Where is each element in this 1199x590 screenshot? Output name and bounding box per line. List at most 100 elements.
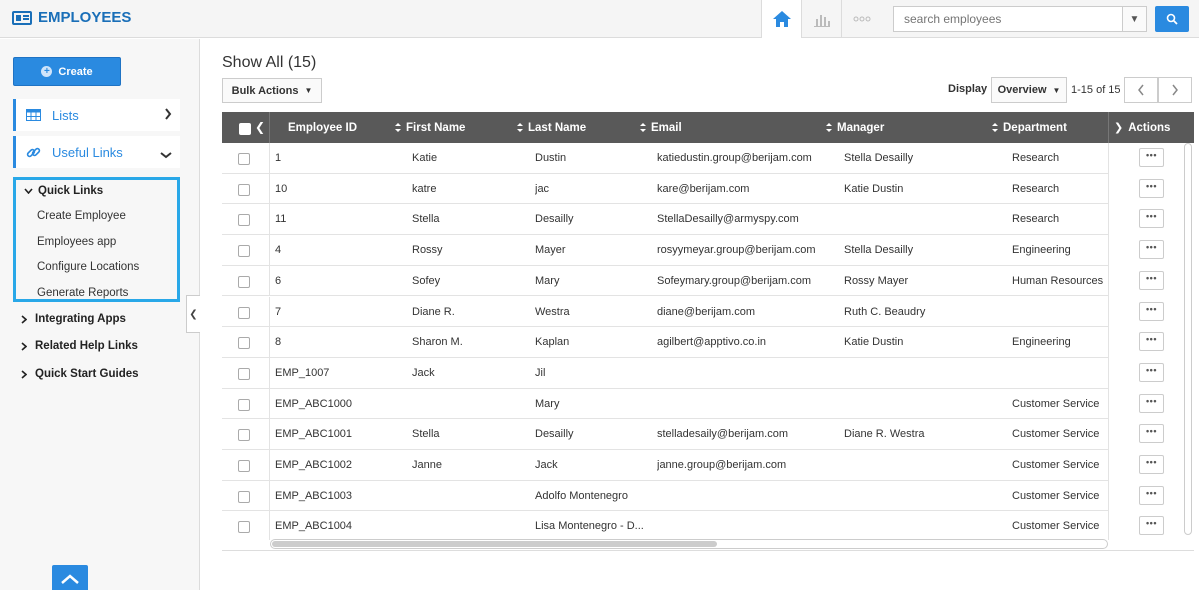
- table-row[interactable]: 4 Rossy Mayer rosyymeyar.group@berijam.com S…: [222, 235, 1108, 266]
- cell-employee-id[interactable]: 10: [275, 174, 405, 204]
- cell-employee-id[interactable]: 7: [275, 297, 405, 327]
- sidebar-group-integrating-apps[interactable]: Integrating Apps: [21, 313, 126, 325]
- cell-employee-id[interactable]: EMP_ABC1000: [275, 389, 405, 419]
- row-checkbox[interactable]: [238, 183, 250, 196]
- cell-first-name: Jack: [412, 366, 435, 379]
- more-dots-icon: [853, 16, 870, 22]
- quick-link-configure-locations[interactable]: Configure Locations: [37, 261, 139, 273]
- table-row[interactable]: 6 Sofey Mary Sofeymary.group@berijam.com Ros…: [222, 265, 1108, 297]
- column-header-last-name[interactable]: Last Name: [517, 112, 586, 143]
- prev-page-button[interactable]: [1124, 77, 1158, 103]
- table-icon: [26, 109, 42, 121]
- cell-employee-id[interactable]: 11: [275, 204, 405, 234]
- row-actions-button[interactable]: •••: [1139, 362, 1164, 382]
- column-header-first-name[interactable]: First Name: [395, 112, 465, 143]
- cell-employee-id[interactable]: 1: [275, 143, 405, 173]
- row-actions-button[interactable]: •••: [1139, 393, 1164, 413]
- cell-department: Human Resources: [1012, 274, 1104, 287]
- cell-email: Sofeymary.group@berijam.com: [657, 274, 812, 287]
- row-actions-button[interactable]: •••: [1139, 270, 1164, 290]
- home-button[interactable]: [761, 0, 801, 38]
- cell-manager: Ruth C. Beaudry: [844, 305, 926, 318]
- quick-link-employees-app[interactable]: Employees app: [37, 236, 116, 248]
- row-actions-button[interactable]: •••: [1139, 455, 1164, 474]
- chevron-left-icon[interactable]: ❮: [255, 120, 265, 134]
- cell-employee-id[interactable]: EMP_ABC1004: [275, 511, 405, 540]
- sidebar-group-label: Related Help Links: [35, 340, 138, 352]
- create-button[interactable]: + Create: [13, 57, 121, 86]
- table-row[interactable]: 7 Diane R. Westra diane@berijam.com Ruth C. …: [222, 296, 1108, 328]
- column-header-employee-id[interactable]: Employee ID: [288, 112, 357, 143]
- horizontal-scrollbar[interactable]: [270, 539, 1108, 549]
- horizontal-scrollbar-thumb[interactable]: [272, 541, 717, 547]
- search-button[interactable]: [1155, 6, 1189, 32]
- sidebar-item-useful-links[interactable]: Useful Links: [13, 136, 180, 168]
- bulk-actions-button[interactable]: Bulk Actions ▼: [222, 78, 322, 103]
- table-row[interactable]: 8 Sharon M. Kaplan agilbert@apptivo.co.in Ka…: [222, 327, 1108, 358]
- search-input[interactable]: [893, 6, 1123, 32]
- row-checkbox[interactable]: [238, 460, 250, 472]
- sidebar-item-lists[interactable]: Lists: [13, 99, 180, 131]
- row-actions-button[interactable]: •••: [1139, 178, 1164, 198]
- row-actions-button[interactable]: •••: [1139, 485, 1164, 505]
- row-checkbox[interactable]: [238, 275, 250, 288]
- row-actions-button[interactable]: •••: [1139, 424, 1164, 444]
- app-title[interactable]: EMPLOYEES: [12, 9, 131, 26]
- cell-employee-id[interactable]: EMP_ABC1002: [275, 450, 405, 480]
- table-row[interactable]: EMP_ABC1000 Mary Customer Service: [222, 388, 1108, 420]
- table-row[interactable]: EMP_1007 Jack Jil: [222, 357, 1108, 389]
- next-page-button[interactable]: [1158, 77, 1192, 103]
- table-row[interactable]: EMP_ABC1002 Janne Jack janne.group@berijam.…: [222, 450, 1108, 481]
- quick-links-header[interactable]: Quick Links: [24, 185, 103, 197]
- cell-manager: [844, 481, 1009, 511]
- select-all-checkbox[interactable]: [239, 123, 251, 135]
- row-checkbox[interactable]: [238, 490, 250, 503]
- vertical-scrollbar[interactable]: [1184, 143, 1192, 535]
- cell-last-name: Jack: [535, 459, 558, 471]
- column-header-email[interactable]: Email: [640, 112, 682, 143]
- search-filter-dropdown[interactable]: ▼: [1123, 6, 1147, 32]
- table-row[interactable]: EMP_ABC1004 Lisa Montenegro - D... Custome…: [222, 511, 1108, 540]
- search-icon: [1166, 13, 1178, 25]
- sidebar-collapse-toggle[interactable]: ❮: [186, 295, 200, 333]
- quick-link-create-employee[interactable]: Create Employee: [37, 210, 126, 222]
- column-header-department[interactable]: Department: [992, 112, 1067, 143]
- cell-employee-id[interactable]: 8: [275, 327, 405, 357]
- row-checkbox[interactable]: [238, 521, 250, 534]
- cell-employee-id[interactable]: EMP_1007: [275, 358, 405, 388]
- cell-employee-id[interactable]: EMP_ABC1001: [275, 419, 405, 449]
- table-row[interactable]: EMP_ABC1003 Adolfo Montenegro Customer Ser…: [222, 480, 1108, 512]
- row-actions-button[interactable]: •••: [1139, 240, 1164, 260]
- row-checkbox[interactable]: [238, 153, 250, 165]
- more-button[interactable]: [841, 0, 881, 38]
- table-row[interactable]: EMP_ABC1001 Stella Desailly stelladesaily@b…: [222, 419, 1108, 450]
- cell-employee-id[interactable]: EMP_ABC1003: [275, 481, 405, 511]
- row-actions-button[interactable]: •••: [1139, 301, 1164, 321]
- column-header-manager[interactable]: Manager: [826, 112, 884, 143]
- reports-button[interactable]: [801, 0, 841, 38]
- cell-employee-id[interactable]: 4: [275, 235, 405, 265]
- row-actions-button[interactable]: •••: [1139, 332, 1164, 352]
- quick-link-generate-reports[interactable]: Generate Reports: [37, 287, 128, 299]
- row-checkbox[interactable]: [238, 306, 250, 319]
- row-checkbox[interactable]: [238, 245, 250, 258]
- table-row[interactable]: 11 Stella Desailly StellaDesailly@armyspy.c…: [222, 204, 1108, 236]
- sidebar-group-quick-start-guides[interactable]: Quick Start Guides: [21, 368, 139, 380]
- row-checkbox[interactable]: [238, 337, 250, 350]
- display-select[interactable]: Overview ▼: [991, 77, 1067, 103]
- row-actions-button[interactable]: •••: [1139, 209, 1164, 229]
- sidebar-group-related-help-links[interactable]: Related Help Links: [21, 340, 138, 352]
- table-row[interactable]: 10 katre jac kare@berijam.com Katie Dustin Re…: [222, 173, 1108, 205]
- table-row[interactable]: 1 Katie Dustin katiedustin.group@berijam.co…: [222, 143, 1108, 174]
- cell-employee-id[interactable]: 6: [275, 266, 405, 296]
- cell-first-name: [412, 389, 530, 419]
- row-actions-button[interactable]: •••: [1139, 516, 1164, 536]
- row-checkbox[interactable]: [238, 398, 250, 411]
- row-checkbox[interactable]: [238, 367, 250, 380]
- cell-department: Customer Service: [1012, 489, 1100, 502]
- row-checkbox[interactable]: [238, 429, 250, 442]
- scroll-to-top-button[interactable]: [52, 565, 88, 590]
- column-header-actions[interactable]: ❯ Actions: [1114, 112, 1170, 143]
- row-actions-button[interactable]: •••: [1139, 148, 1164, 167]
- row-checkbox[interactable]: [238, 214, 250, 227]
